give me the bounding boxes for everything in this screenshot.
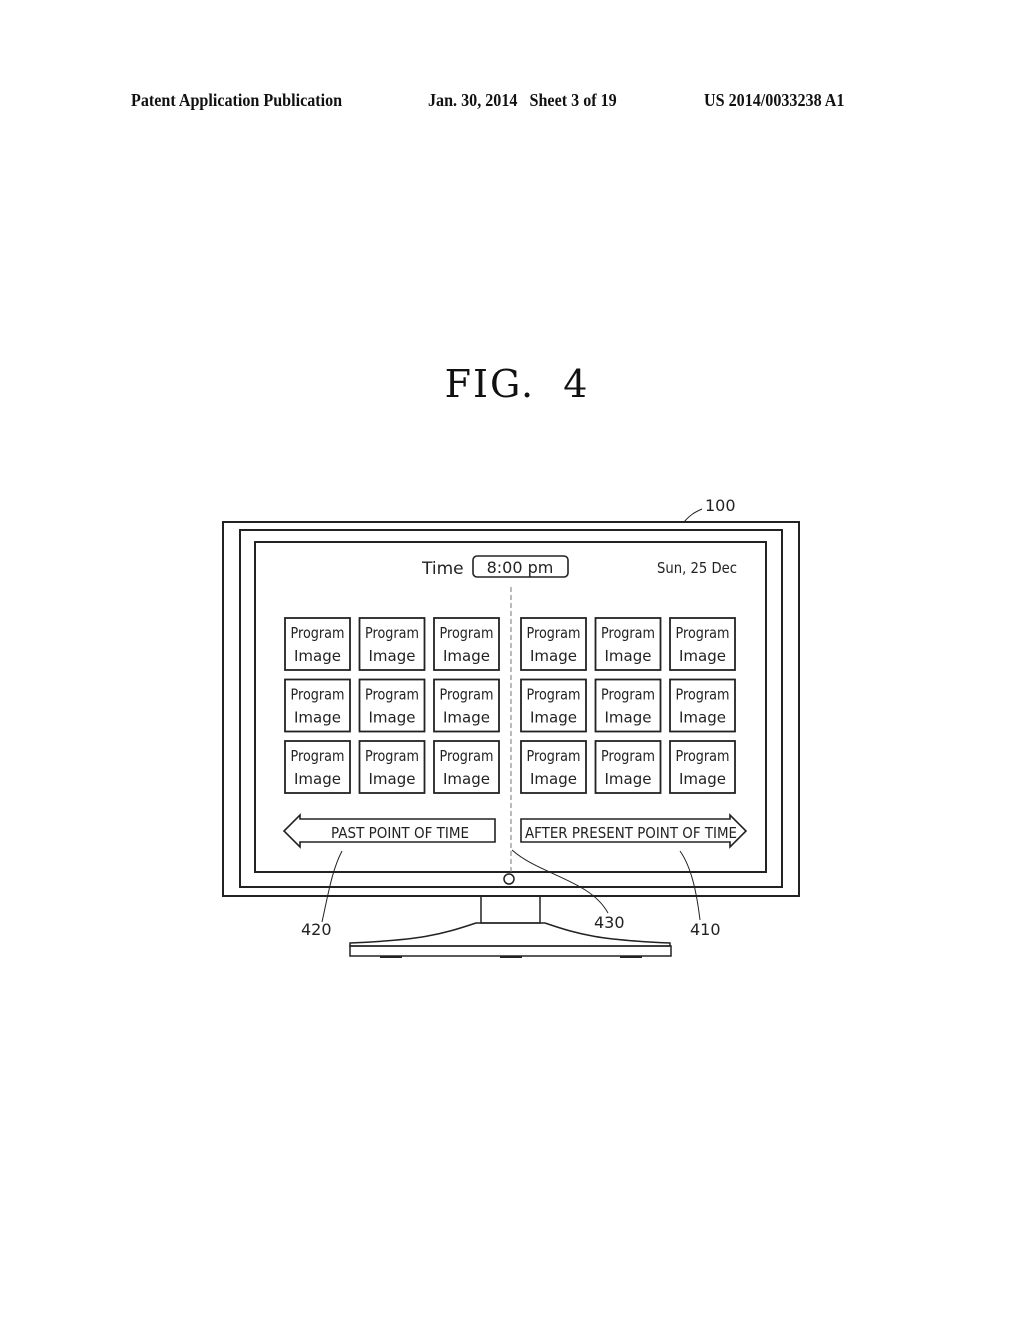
stand-foot bbox=[380, 956, 402, 958]
program-tile-past[interactable]: Program Image bbox=[358, 740, 426, 794]
tile-label-line2: Image bbox=[369, 770, 416, 788]
program-tile-future[interactable]: Program Image bbox=[520, 617, 587, 671]
tile-label-line2: Image bbox=[530, 709, 577, 727]
tile-label-line1: Program bbox=[291, 747, 345, 765]
past-arrow-label: PAST POINT OF TIME bbox=[331, 824, 469, 842]
leader-100 bbox=[683, 508, 703, 523]
ref-430: 430 bbox=[594, 913, 625, 932]
tile-label-line2: Image bbox=[294, 770, 341, 788]
leader-430 bbox=[511, 849, 609, 914]
tile-label-line1: Program bbox=[440, 686, 494, 704]
tile-label-line2: Image bbox=[443, 709, 490, 727]
tile-label-line1: Program bbox=[527, 747, 581, 765]
tile-label-line2: Image bbox=[679, 709, 726, 727]
program-tile-grid: ProgramImageProgramImageProgramImageProg… bbox=[284, 617, 736, 794]
tile-label-line2: Image bbox=[369, 647, 416, 665]
tile-label-line1: Program bbox=[601, 747, 655, 765]
ref-420: 420 bbox=[301, 920, 332, 939]
stand-foot bbox=[500, 956, 522, 958]
program-tile-future[interactable]: Program Image bbox=[520, 678, 587, 733]
tv-stand-base bbox=[349, 945, 672, 957]
power-led-icon bbox=[503, 873, 515, 885]
leader-410 bbox=[679, 850, 701, 921]
tile-label-line2: Image bbox=[443, 647, 490, 665]
program-tile-past[interactable]: Program Image bbox=[433, 678, 500, 733]
program-tile-past[interactable]: Program Image bbox=[358, 617, 426, 671]
tile-label-line1: Program bbox=[365, 624, 419, 642]
tile-label-line1: Program bbox=[676, 624, 730, 642]
ref-100: 100 bbox=[705, 496, 736, 515]
program-tile-past[interactable]: Program Image bbox=[284, 740, 351, 794]
future-arrow-label: AFTER PRESENT POINT OF TIME bbox=[525, 824, 737, 842]
program-tile-past[interactable]: Program Image bbox=[433, 617, 500, 671]
time-label: Time bbox=[421, 559, 464, 579]
tile-label-line2: Image bbox=[605, 647, 652, 665]
tile-label-line1: Program bbox=[440, 747, 494, 765]
tile-label-line1: Program bbox=[601, 624, 655, 642]
tile-label-line2: Image bbox=[679, 647, 726, 665]
program-tile-future[interactable]: Program Image bbox=[594, 617, 662, 671]
tile-label-line2: Image bbox=[294, 709, 341, 727]
program-tile-past[interactable]: Program Image bbox=[284, 617, 351, 671]
date-text: Sun, 25 Dec bbox=[657, 559, 737, 577]
tile-label-line2: Image bbox=[369, 709, 416, 727]
program-tile-future[interactable]: Program Image bbox=[520, 740, 587, 794]
tile-label-line1: Program bbox=[291, 686, 345, 704]
tile-label-line1: Program bbox=[291, 624, 345, 642]
tile-label-line2: Image bbox=[530, 770, 577, 788]
tile-label-line1: Program bbox=[440, 624, 494, 642]
tile-label-line2: Image bbox=[530, 647, 577, 665]
tile-label-line1: Program bbox=[601, 686, 655, 704]
tile-label-line1: Program bbox=[676, 747, 730, 765]
tv-diagram: 100 Time 8:00 pm Sun, 25 Dec Program Imag… bbox=[222, 496, 800, 958]
program-tile-future[interactable]: Program Image bbox=[669, 678, 736, 733]
program-tile-future[interactable]: Program Image bbox=[594, 678, 662, 733]
stand-foot bbox=[620, 956, 642, 958]
ref-410: 410 bbox=[690, 920, 721, 939]
program-tile-future[interactable]: Program Image bbox=[669, 617, 736, 671]
program-tile-future[interactable]: Program Image bbox=[669, 740, 736, 794]
tile-label-line1: Program bbox=[365, 686, 419, 704]
tile-label-line2: Image bbox=[605, 770, 652, 788]
tile-label-line1: Program bbox=[527, 624, 581, 642]
tile-label-line1: Program bbox=[527, 686, 581, 704]
tile-label-line2: Image bbox=[679, 770, 726, 788]
tile-label-line2: Image bbox=[294, 647, 341, 665]
program-tile-future[interactable]: Program Image bbox=[594, 740, 662, 794]
program-tile-past[interactable]: Program Image bbox=[358, 678, 426, 733]
program-tile-past[interactable]: Program Image bbox=[284, 678, 351, 733]
tv-stand-neck bbox=[480, 895, 541, 924]
tile-label-line1: Program bbox=[676, 686, 730, 704]
tile-label-line2: Image bbox=[605, 709, 652, 727]
tile-label-line2: Image bbox=[443, 770, 490, 788]
program-tile-past[interactable]: Program Image bbox=[433, 740, 500, 794]
tile-label-line1: Program bbox=[365, 747, 419, 765]
time-value: 8:00 pm bbox=[487, 558, 554, 577]
